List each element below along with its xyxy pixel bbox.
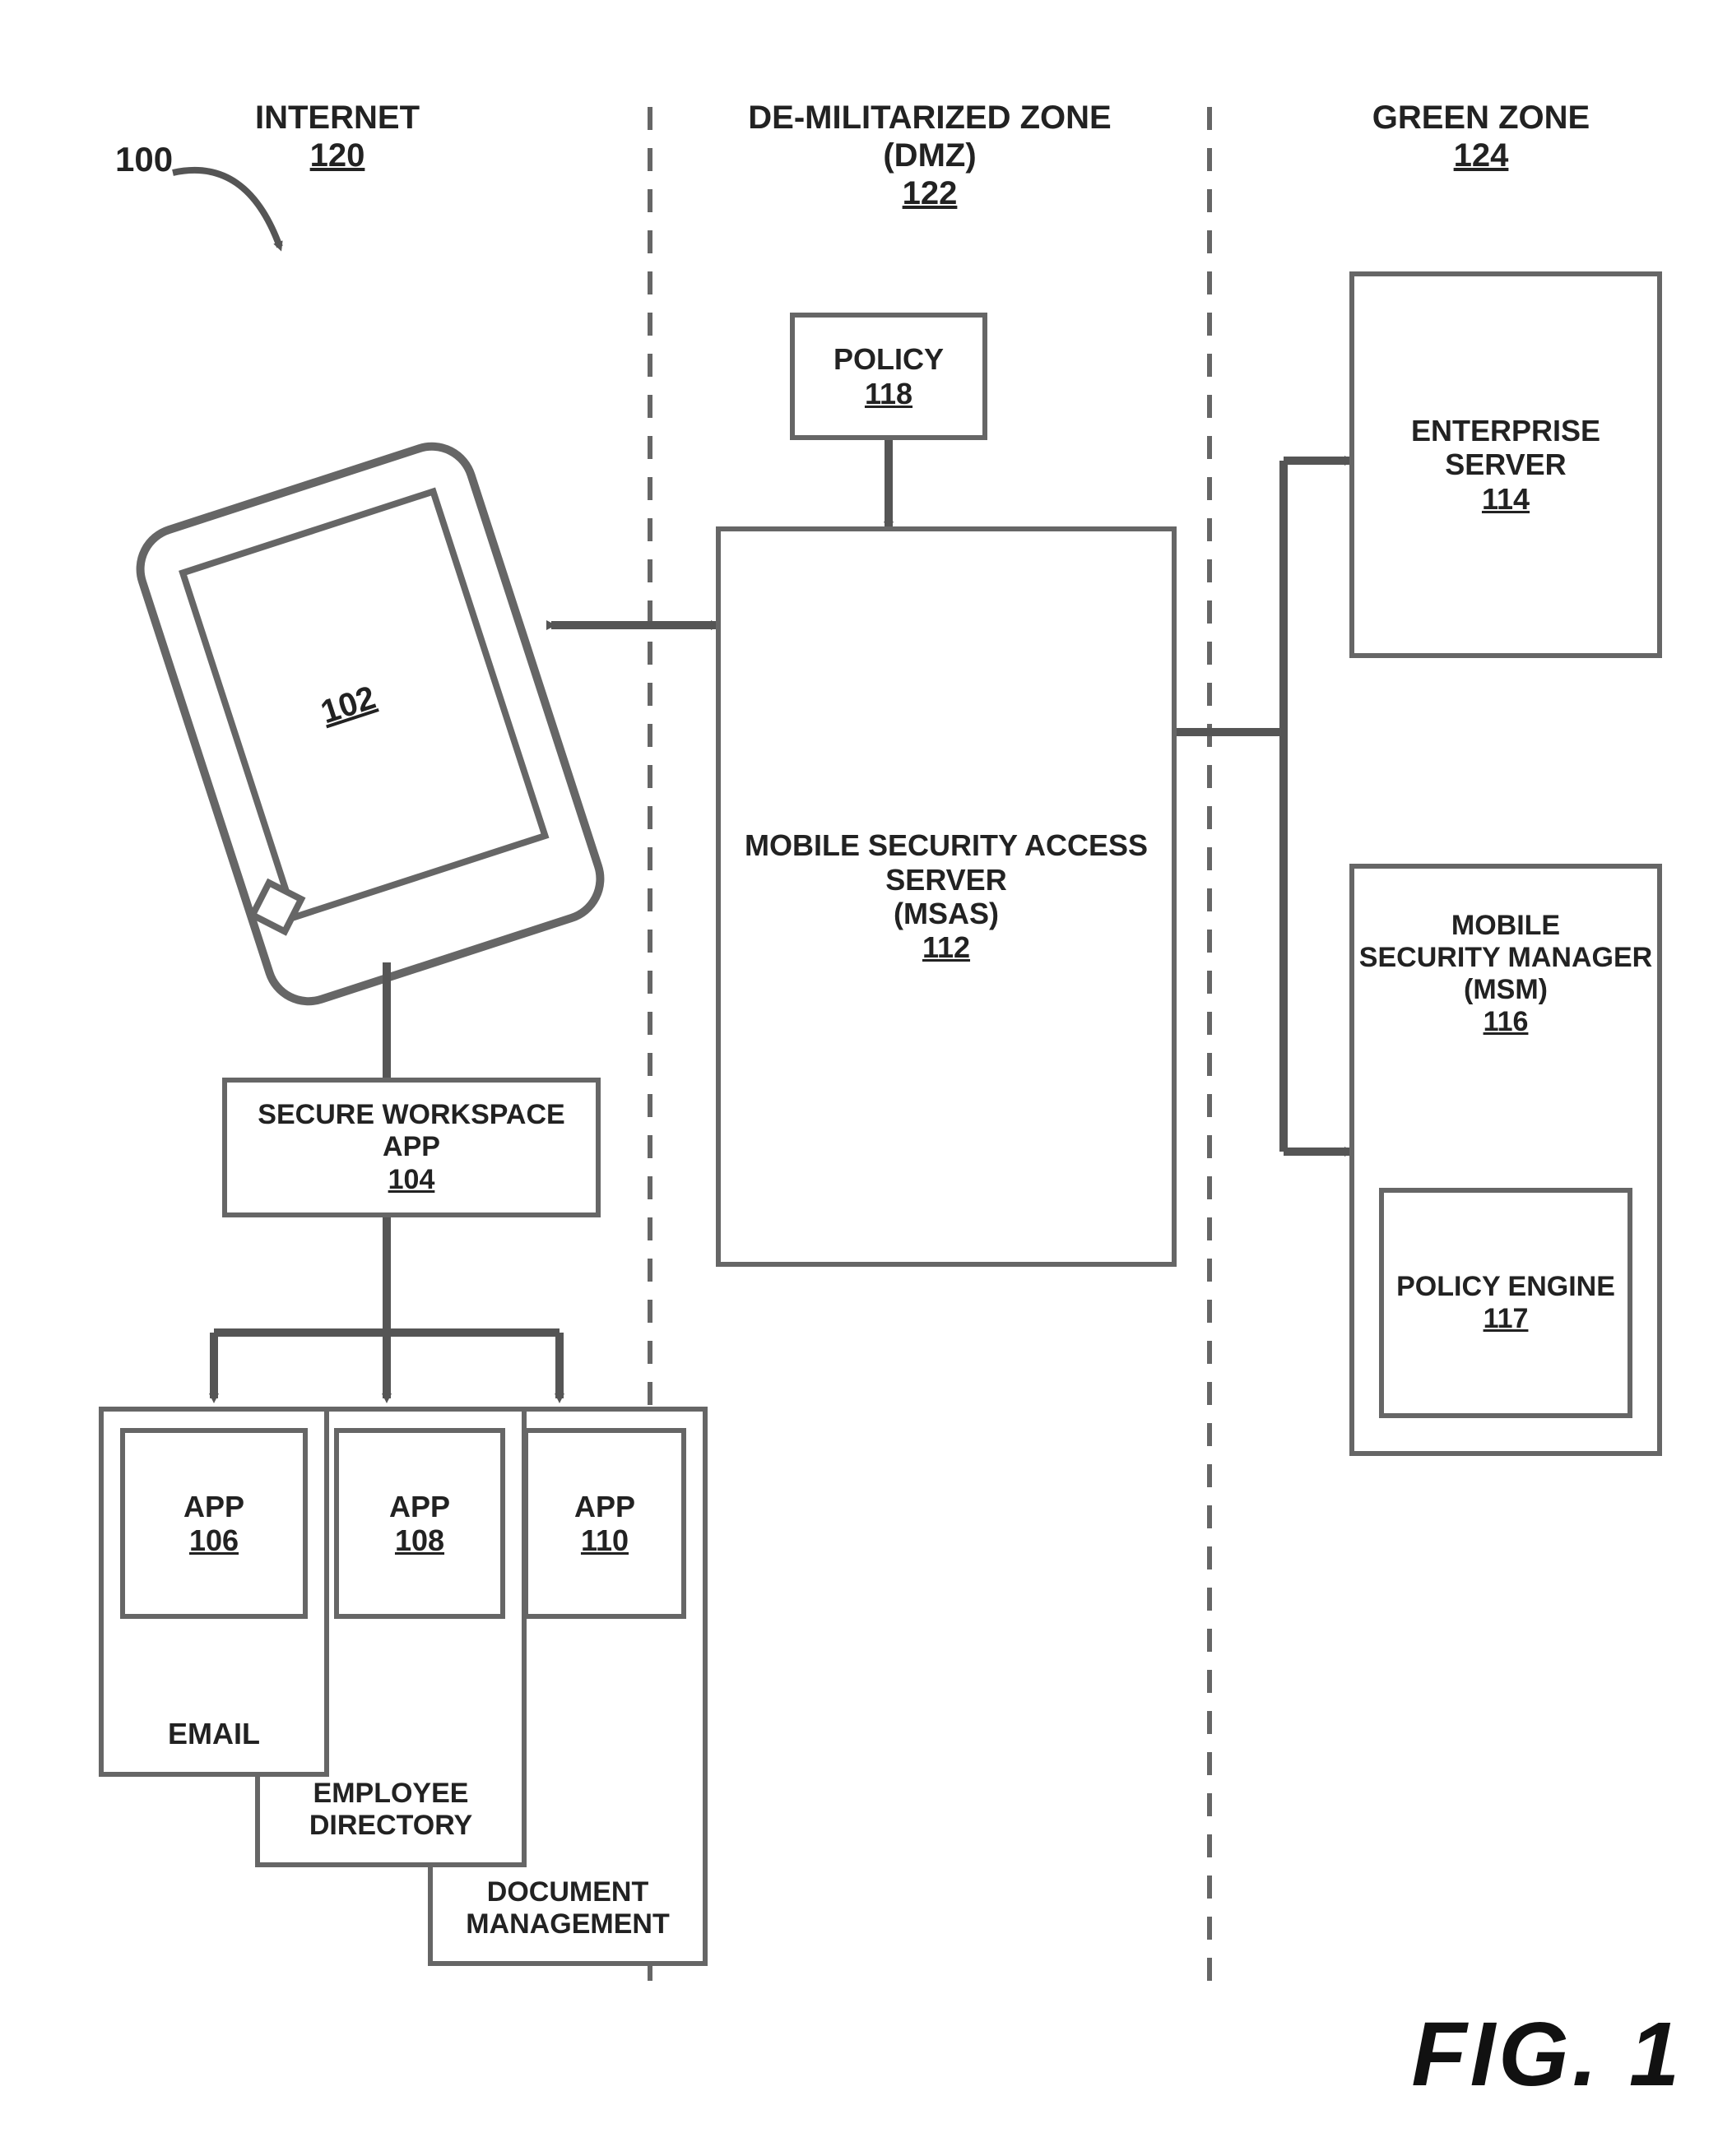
app3-subtitle-l2: MANAGEMENT [433,1908,703,1940]
msas-l2: SERVER [745,863,1148,897]
zone-dmz-header: DE-MILITARIZED ZONE (DMZ) 122 [699,99,1160,212]
msas-l3: (MSAS) [745,897,1148,930]
zone-green-title: GREEN ZONE [1316,99,1646,137]
device-number-text: 102 [317,679,380,730]
secure-workspace-box: SECURE WORKSPACE APP 104 [222,1078,601,1217]
policy-engine-box: POLICY ENGINE 117 [1379,1188,1632,1418]
app2-title: APP [389,1490,450,1523]
policy-dmz-title: POLICY [833,342,944,376]
zone-internet-title: INTERNET [206,99,469,137]
device-number: 102 [317,679,380,731]
app3-num: 110 [574,1523,635,1557]
app1-num: 106 [183,1523,244,1557]
msas-l1: MOBILE SECURITY ACCESS [745,828,1148,862]
figure-caption: FIG. 1 [1411,2002,1683,2107]
msm-box: MOBILE SECURITY MANAGER (MSM) 116 POLICY… [1349,864,1662,1456]
zone-internet-num: 120 [206,137,469,174]
app3-subtitle: DOCUMENT MANAGEMENT [433,1876,703,1940]
msas-box: MOBILE SECURITY ACCESS SERVER (MSAS) 112 [716,526,1177,1267]
msm-num: 116 [1359,1006,1652,1038]
zone-green-header: GREEN ZONE 124 [1316,99,1646,174]
zone-dmz-title: DE-MILITARIZED ZONE (DMZ) [699,99,1160,174]
policy-engine-num: 117 [1396,1303,1615,1335]
policy-dmz-box: POLICY 118 [790,313,987,440]
policy-engine-title: POLICY ENGINE [1396,1271,1615,1303]
zone-green-num: 124 [1316,137,1646,174]
figure-number-text: 100 [115,140,173,179]
secure-workspace-label: SECURE WORKSPACE APP 104 [227,1099,596,1195]
app1-subtitle: EMAIL [104,1717,324,1751]
app1-outer: APP 106 EMAIL [99,1407,329,1777]
app2-inner: APP 108 [334,1428,505,1619]
app3-subtitle-l1: DOCUMENT [433,1876,703,1908]
es-num: 114 [1411,482,1600,516]
app1-title: APP [183,1490,244,1523]
app2-subtitle: EMPLOYEE DIRECTORY [260,1778,522,1842]
msm-l1: MOBILE [1359,910,1652,942]
es-l1: ENTERPRISE [1411,414,1600,447]
policy-dmz-num: 118 [833,377,944,410]
app2-num: 108 [389,1523,450,1557]
msas-num: 112 [745,930,1148,964]
app1-inner: APP 106 [120,1428,308,1619]
msm-l2: SECURITY MANAGER [1359,942,1652,974]
enterprise-server-box: ENTERPRISE SERVER 114 [1349,271,1662,658]
secure-workspace-title: SECURE WORKSPACE APP [227,1099,596,1163]
figure-number: 100 [115,140,173,179]
secure-workspace-num: 104 [227,1164,596,1196]
figure-caption-text: FIG. 1 [1411,2004,1683,2105]
zone-internet-header: INTERNET 120 [206,99,469,174]
app3-title: APP [574,1490,635,1523]
zone-dmz-num: 122 [699,174,1160,212]
app2-subtitle-l2: DIRECTORY [260,1810,522,1842]
app2-subtitle-l1: EMPLOYEE [260,1778,522,1810]
app3-inner: APP 110 [523,1428,686,1619]
msm-l3: (MSM) [1359,974,1652,1006]
es-l2: SERVER [1411,447,1600,481]
